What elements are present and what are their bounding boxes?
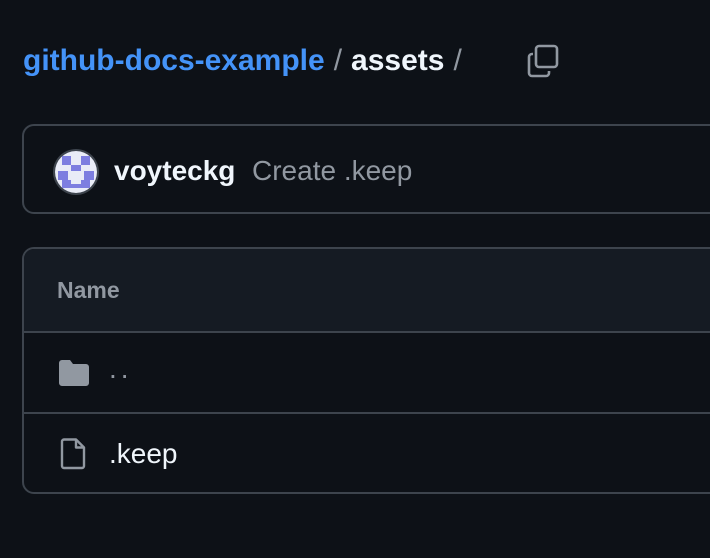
commit-author-link[interactable]: voyteckg xyxy=(114,155,235,187)
table-row-parent-directory[interactable]: .. xyxy=(24,333,710,414)
copy-icon xyxy=(527,44,559,78)
breadcrumb: github-docs-example / assets / xyxy=(23,38,471,84)
commit-message-link[interactable]: Create .keep xyxy=(252,155,412,187)
breadcrumb-separator: / xyxy=(453,44,462,77)
breadcrumb-current-directory: assets xyxy=(351,44,445,77)
column-header-name: Name xyxy=(57,277,120,303)
copy-path-button[interactable] xyxy=(522,40,564,82)
author-avatar[interactable] xyxy=(55,151,97,193)
folder-icon xyxy=(59,360,89,386)
file-icon xyxy=(60,438,86,470)
table-header: Name xyxy=(24,249,710,333)
latest-commit-bar: voyteckg Create .keep xyxy=(22,124,710,214)
file-name-link[interactable]: .keep xyxy=(109,438,178,470)
file-table: Name .. .keep xyxy=(22,247,710,494)
table-row-file[interactable]: .keep xyxy=(24,414,710,492)
parent-directory-link[interactable]: .. xyxy=(109,353,133,385)
breadcrumb-repo-link[interactable]: github-docs-example xyxy=(23,44,325,78)
breadcrumb-separator: / xyxy=(333,44,343,77)
file-browser-page: github-docs-example / assets / voyteckg … xyxy=(0,0,710,558)
identicon-avatar-icon xyxy=(55,151,97,193)
